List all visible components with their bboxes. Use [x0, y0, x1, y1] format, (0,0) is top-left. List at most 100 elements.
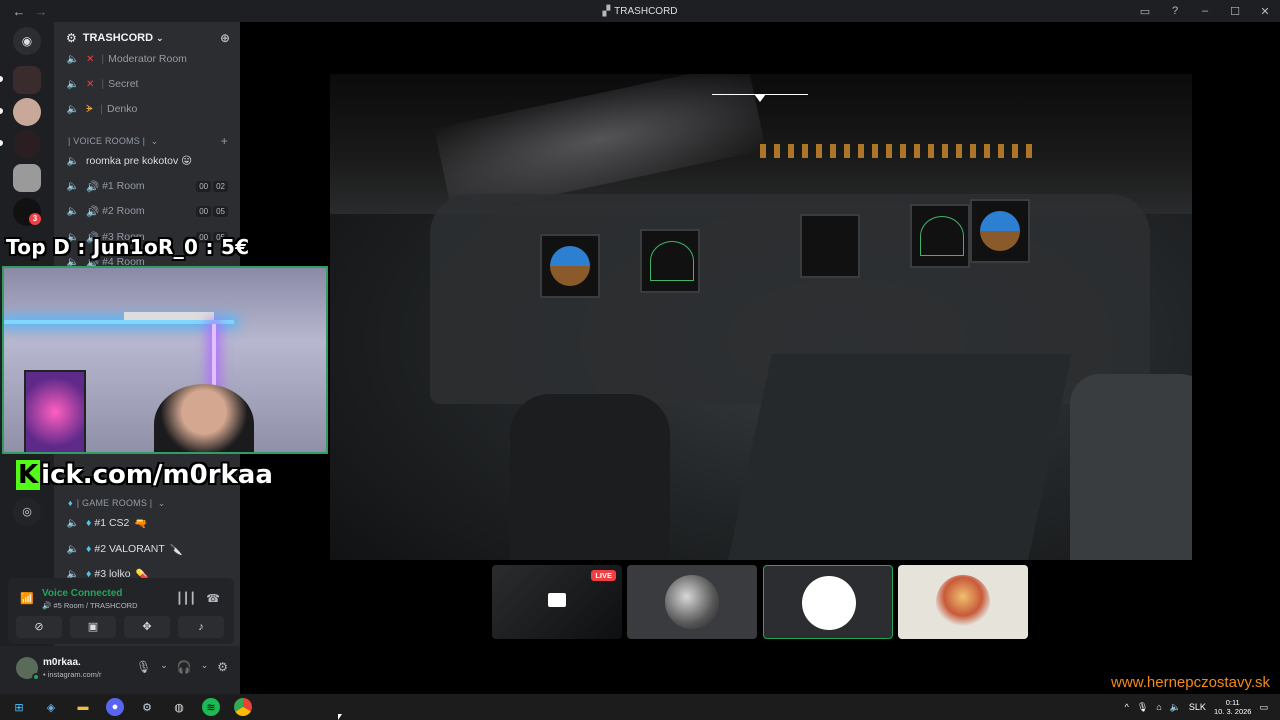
- settings-gear-icon[interactable]: ⚙: [217, 660, 228, 674]
- streamer: [154, 384, 254, 452]
- kick-logo-letter: K: [16, 460, 41, 490]
- headphones-icon[interactable]: 🎧: [177, 660, 192, 674]
- explorer-icon[interactable]: ◈: [42, 698, 60, 716]
- voice-status[interactable]: Voice Connected: [42, 588, 122, 599]
- username[interactable]: m0rkaa.: [43, 657, 81, 668]
- window-controls: ▭ ? – ☐ ✕: [1130, 0, 1280, 22]
- windows-taskbar: ⊞ ◈ ▬ ● ⚙ ◍ ≋ ^ 🎙 ⌂ 🔈 SLK 0:11 10. 3. 20…: [0, 694, 1280, 720]
- help-icon[interactable]: ?: [1160, 5, 1190, 17]
- maximize-button[interactable]: ☐: [1220, 5, 1250, 18]
- taskbar-apps: ⊞ ◈ ▬ ● ⚙ ◍ ≋: [0, 698, 252, 716]
- language-indicator[interactable]: SLK: [1189, 702, 1206, 712]
- chevron-up-icon[interactable]: ^: [1125, 702, 1129, 712]
- unread-pill: [0, 140, 3, 146]
- user-count: 00: [196, 205, 212, 217]
- server-icon-1[interactable]: [13, 66, 41, 94]
- obs-icon[interactable]: ◍: [170, 698, 188, 716]
- microphone-icon[interactable]: 🎙: [1137, 702, 1148, 713]
- add-member-icon[interactable]: ⊕: [220, 31, 230, 45]
- discord-taskbar-icon[interactable]: ●: [106, 698, 124, 716]
- nav-buttons: ← →: [0, 4, 48, 19]
- shelf: [124, 312, 214, 320]
- channel-name: #2 VALORANT: [94, 543, 165, 555]
- voice-connected-panel: 📶 Voice Connected 🔊 #5 Room / TRASHCORD …: [8, 578, 234, 644]
- noise-suppression-icon[interactable]: ┃┃┃: [176, 592, 196, 605]
- speaker-icon: 🔈: [66, 78, 80, 90]
- channel-moderator-room[interactable]: 🔈 ✕ | Moderator Room: [54, 48, 240, 70]
- watermark: www.hernepczostavy.sk: [1111, 674, 1270, 691]
- server-icon-3[interactable]: [13, 130, 41, 158]
- clock[interactable]: 0:11 10. 3. 2026: [1214, 698, 1252, 716]
- screen-share-icon[interactable]: ▣: [70, 616, 116, 638]
- channel-denko[interactable]: 🔈 ᗘ | Denko: [54, 98, 240, 120]
- volume-icon[interactable]: 🔈: [1170, 702, 1181, 713]
- participant-tile-stream[interactable]: LIVE: [492, 565, 622, 639]
- attitude-indicator: [980, 211, 1020, 251]
- speaker-icon: 🔊: [42, 601, 54, 610]
- user-limit-badge: 00 05: [196, 205, 228, 217]
- disconnect-icon[interactable]: ☎: [206, 592, 220, 605]
- user-count: 00: [196, 180, 212, 192]
- soundboard-icon[interactable]: ♪: [178, 616, 224, 638]
- back-arrow-icon[interactable]: ←: [12, 4, 26, 19]
- screen-share-stream[interactable]: [330, 74, 1192, 560]
- forward-arrow-icon[interactable]: →: [34, 4, 48, 19]
- server-icon-4[interactable]: [13, 164, 41, 192]
- channel-roomka[interactable]: 🔈 roomka pre kokotov 😛: [54, 150, 240, 172]
- live-badge: LIVE: [591, 570, 616, 581]
- category-game-rooms[interactable]: ♦ | GAME ROOMS | ⌄: [54, 494, 240, 512]
- signal-icon[interactable]: 📶: [20, 592, 34, 605]
- chevron-down-icon[interactable]: ⌄: [160, 660, 168, 674]
- system-tray: ^ 🎙 ⌂ 🔈 SLK 0:11 10. 3. 2026 ▭: [1125, 694, 1268, 720]
- participant-tile-4[interactable]: [898, 565, 1028, 639]
- spotify-icon[interactable]: ≋: [202, 698, 220, 716]
- inbox-icon[interactable]: ▭: [1130, 5, 1160, 18]
- locked-marker-icon: ✕: [86, 53, 95, 65]
- pfd-display: [540, 234, 600, 298]
- speaker-emoji-icon: 🔊: [86, 180, 100, 193]
- channel-room-2[interactable]: 🔈 🔊 #2 Room 00 05: [54, 200, 240, 222]
- camera-off-icon[interactable]: ⊘: [16, 616, 62, 638]
- participant-tile-2[interactable]: [627, 565, 757, 639]
- nav-arc: [650, 241, 694, 281]
- minimize-button[interactable]: –: [1190, 5, 1220, 17]
- channel-cs2[interactable]: 🔈 ♦ #1 CS2 🔫: [54, 512, 240, 534]
- chevron-down-icon[interactable]: ⌄: [201, 660, 209, 674]
- unread-pill: [0, 108, 3, 114]
- activities-icon[interactable]: ✥: [124, 616, 170, 638]
- steam-icon[interactable]: ⚙: [138, 698, 156, 716]
- speaker-icon: 🔈: [66, 517, 80, 529]
- channel-secret[interactable]: 🔈 ✕ | Secret: [54, 73, 240, 95]
- avatar: [936, 575, 990, 629]
- channel-valorant[interactable]: 🔈 ♦ #2 VALORANT 🔪: [54, 538, 240, 560]
- speaker-icon: 🔈: [66, 180, 80, 192]
- server-icon-6[interactable]: ◎: [13, 498, 41, 526]
- overhead-annunciators: [760, 144, 1040, 158]
- knife-emoji-icon: 🔪: [169, 543, 183, 556]
- category-label: VOICE ROOMS: [73, 136, 140, 146]
- window-title: ▞ TRASHCORD: [602, 5, 678, 17]
- chrome-icon[interactable]: [234, 698, 252, 716]
- close-button[interactable]: ✕: [1250, 5, 1280, 18]
- title-bar: ← → ▞ TRASHCORD ▭ ? – ☐ ✕: [0, 0, 1280, 22]
- mouse-cursor-icon: [338, 714, 342, 720]
- captain-seat: [510, 394, 670, 560]
- channel-room-1[interactable]: 🔈 🔊 #1 Room 00 02: [54, 175, 240, 197]
- windows-start-icon[interactable]: ⊞: [10, 698, 28, 716]
- microphone-icon[interactable]: 🎙: [136, 660, 151, 674]
- network-icon[interactable]: ⌂: [1156, 702, 1161, 712]
- fo-nd-display: [910, 204, 970, 268]
- trashcord-logo-icon: ▞: [602, 5, 611, 17]
- stream-indicator-arrow-icon: [754, 94, 766, 102]
- notification-icon[interactable]: ▭: [1259, 702, 1268, 713]
- user-limit-badge: 00 02: [196, 180, 228, 192]
- server-icon-2[interactable]: [13, 98, 41, 126]
- speaker-icon: 🔈: [66, 103, 80, 115]
- folder-icon[interactable]: ▬: [74, 698, 92, 716]
- add-channel-icon[interactable]: +: [221, 134, 228, 148]
- voice-room[interactable]: 🔊 #5 Room / TRASHCORD: [42, 601, 138, 610]
- category-voice-rooms[interactable]: | VOICE ROOMS | ⌄ +: [54, 132, 240, 150]
- discord-home-icon[interactable]: ◉: [13, 27, 41, 55]
- channel-separator: |: [101, 78, 105, 90]
- participant-tile-3[interactable]: [763, 565, 893, 639]
